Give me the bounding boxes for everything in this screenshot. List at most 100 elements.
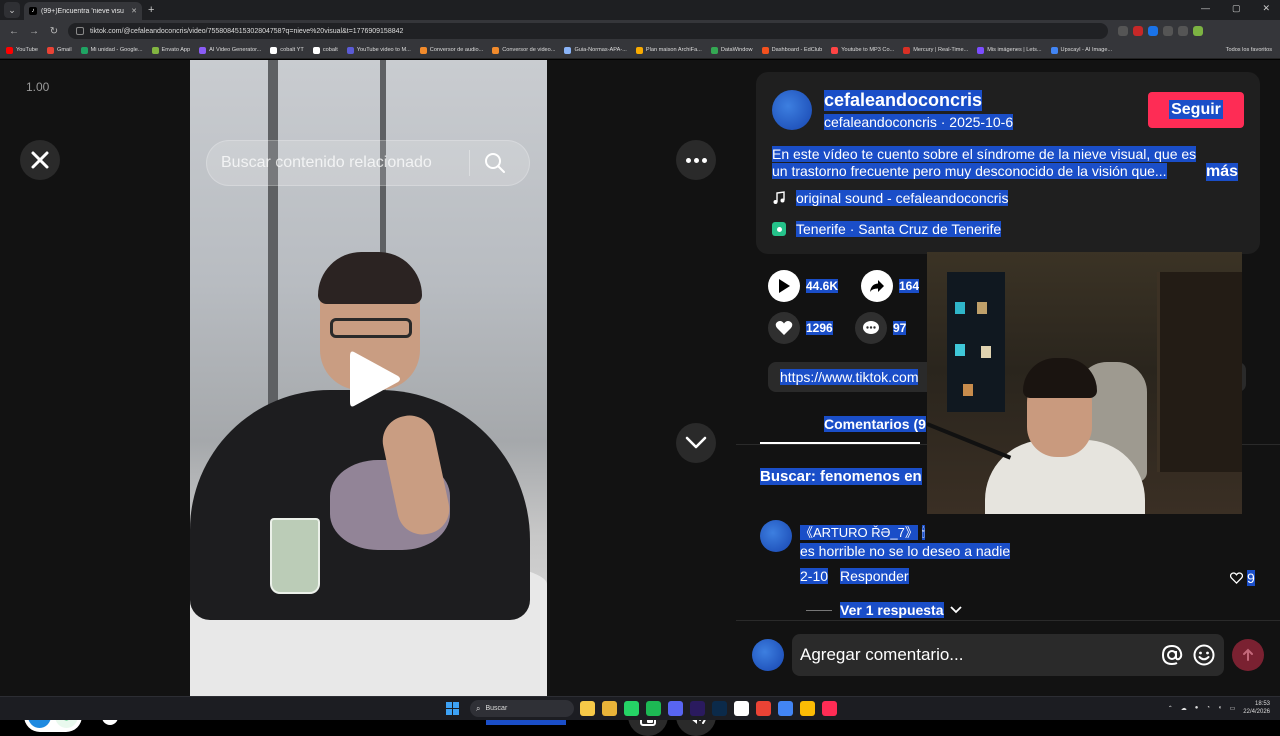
bookmark-label: Guia-Normas-APA-... (574, 47, 627, 53)
extension-icon[interactable] (1148, 26, 1158, 36)
next-video-button[interactable] (676, 423, 716, 463)
bookmark-label: Mis imágenes | Lets... (987, 47, 1042, 53)
download-icon[interactable] (1178, 26, 1188, 36)
bookmark-item[interactable]: cobalt YT (270, 46, 304, 54)
bookmark-item[interactable]: Gmail (46, 46, 72, 54)
chrome-alt-icon[interactable] (800, 701, 815, 716)
bookmark-item[interactable]: cobalt (312, 46, 338, 54)
related-search-link[interactable]: Buscar: fenomenos en (760, 468, 922, 485)
wifi-icon[interactable]: ◔ (1206, 705, 1210, 711)
spotify-icon[interactable] (646, 701, 661, 716)
more-options-button[interactable] (676, 140, 716, 180)
cloud-icon[interactable]: ☁ (1181, 705, 1187, 712)
taskbar-search[interactable]: ⌕ Buscar (470, 700, 574, 717)
plays-count: 44.6K (806, 279, 839, 293)
comment-like-button[interactable]: 9 (1230, 570, 1255, 586)
tab-search-button[interactable]: ⌄ (4, 2, 20, 18)
tiktok-icon[interactable] (822, 701, 837, 716)
bookmark-item[interactable]: Mi unidad - Google... (80, 46, 143, 54)
chrome-icon[interactable] (756, 701, 771, 716)
mention-icon[interactable] (1160, 643, 1184, 667)
chrome-profile-icon[interactable] (778, 701, 793, 716)
new-tab-button[interactable]: + (148, 4, 154, 16)
bookmark-item[interactable]: Dashboard - EdClub (761, 46, 822, 54)
all-bookmarks-link[interactable]: Todos los favoritos (1226, 47, 1272, 53)
likes-stat[interactable]: 1296 (768, 312, 833, 344)
microphone-icon[interactable]: ● (1195, 705, 1199, 711)
back-icon[interactable]: ← (8, 26, 20, 37)
tab-comments[interactable]: Comentarios (9 (824, 416, 926, 432)
author-avatar[interactable] (772, 90, 812, 130)
location-row[interactable]: Tenerife · Santa Cruz de Tenerife (772, 221, 1002, 237)
folder-icon[interactable] (602, 701, 617, 716)
maximize-button[interactable]: ▢ (1232, 3, 1241, 14)
comment-username[interactable]: 《ARTURO ŘƏ_7》 🕯 (800, 522, 926, 541)
profile-icon[interactable] (1193, 26, 1203, 36)
comments-stat[interactable]: 97 (855, 312, 907, 344)
address-bar: ← → ↻ tiktok.com/@cefaleandoconcris/vide… (0, 20, 1280, 42)
bookmark-item[interactable]: YouTube video to M... (346, 46, 411, 54)
bookmark-label: Conversor de audio... (429, 47, 484, 53)
comment-avatar[interactable] (760, 520, 792, 552)
bookmark-item[interactable]: Mercury | Real-Time... (903, 46, 968, 54)
forward-icon[interactable]: → (28, 26, 40, 37)
bookmark-item[interactable]: Youtube to MP3 Co... (831, 46, 894, 54)
more-link[interactable]: más (1206, 163, 1239, 181)
comment-input[interactable] (800, 645, 1152, 665)
shares-stat[interactable]: 164 (861, 270, 920, 302)
bookmark-item[interactable]: Mis imágenes | Lets... (977, 46, 1042, 54)
play-icon[interactable] (346, 348, 402, 410)
heart-icon (768, 312, 800, 344)
follow-button[interactable]: Seguir (1148, 92, 1244, 128)
speaker-icon[interactable]: ◖ (1218, 705, 1222, 711)
bookmark-favicon-icon (831, 46, 839, 54)
url-field[interactable]: tiktok.com/@cefaleandoconcris/video/7558… (68, 23, 1108, 39)
start-button[interactable] (446, 702, 459, 715)
close-window-button[interactable]: ✕ (1262, 3, 1270, 14)
clock-time: 18:53 (1254, 701, 1270, 707)
browser-tab-bar: ⌄ ♪ (99+)Encuentra 'nieve visu ✕ + — ▢ ✕ (0, 0, 1280, 20)
premiere-icon[interactable] (690, 701, 705, 716)
extensions-puzzle-icon[interactable] (1163, 26, 1173, 36)
photoshop-icon[interactable] (712, 701, 727, 716)
reply-button[interactable]: Responder (840, 568, 909, 584)
bookmark-item[interactable]: Conversor de video... (492, 46, 555, 54)
minimize-button[interactable]: — (1201, 3, 1210, 14)
bookmark-item[interactable]: DataWindow (710, 46, 753, 54)
close-video-button[interactable] (20, 140, 60, 180)
emoji-icon[interactable] (1192, 643, 1216, 667)
close-tab-icon[interactable]: ✕ (131, 7, 137, 15)
related-search-input[interactable] (221, 154, 469, 172)
browser-tab[interactable]: ♪ (99+)Encuentra 'nieve visu ✕ (24, 2, 142, 20)
notion-icon[interactable] (734, 701, 749, 716)
bookmark-item[interactable]: Plan maison ArchiFa... (635, 46, 702, 54)
chevron-up-icon[interactable]: ⌃ (1168, 705, 1173, 712)
file-explorer-icon[interactable] (580, 701, 595, 716)
site-info-icon[interactable] (76, 27, 84, 35)
battery-icon[interactable]: ▭ (1230, 705, 1236, 712)
discord-icon[interactable] (668, 701, 683, 716)
location-pin-icon (772, 222, 786, 236)
whatsapp-icon[interactable] (624, 701, 639, 716)
webcam-person-hair (1023, 358, 1097, 398)
clock[interactable]: 18:53 22/4/2026 (1243, 700, 1270, 716)
bookmarks-bar: YouTube Gmail Mi unidad - Google... Envato … (0, 42, 1280, 59)
plays-stat[interactable]: 44.6K (768, 270, 839, 302)
extension-icon[interactable] (1133, 26, 1143, 36)
bookmark-favicon-icon (977, 46, 985, 54)
dot-icon (693, 157, 699, 163)
bookmark-item[interactable]: Guia-Normas-APA-... (564, 46, 627, 54)
bookmark-item[interactable]: AI Video Generator... (199, 46, 261, 54)
post-comment-button[interactable] (1232, 639, 1264, 671)
reload-icon[interactable]: ↻ (48, 26, 60, 37)
bookmark-item[interactable]: Envato App (151, 46, 190, 54)
view-replies-button[interactable]: Ver 1 respuesta (806, 602, 962, 618)
bookmark-favicon-icon (1050, 46, 1058, 54)
extension-icon[interactable] (1118, 26, 1128, 36)
bookmark-item[interactable]: Conversor de audio... (419, 46, 484, 54)
search-icon[interactable] (484, 152, 506, 174)
bookmark-item[interactable]: YouTube (6, 46, 38, 54)
sound-row[interactable]: original sound - cefaleandoconcris (772, 190, 1009, 206)
author-name[interactable]: cefaleandoconcris (824, 90, 983, 111)
bookmark-item[interactable]: Upscayl - AI Image... (1050, 46, 1112, 54)
